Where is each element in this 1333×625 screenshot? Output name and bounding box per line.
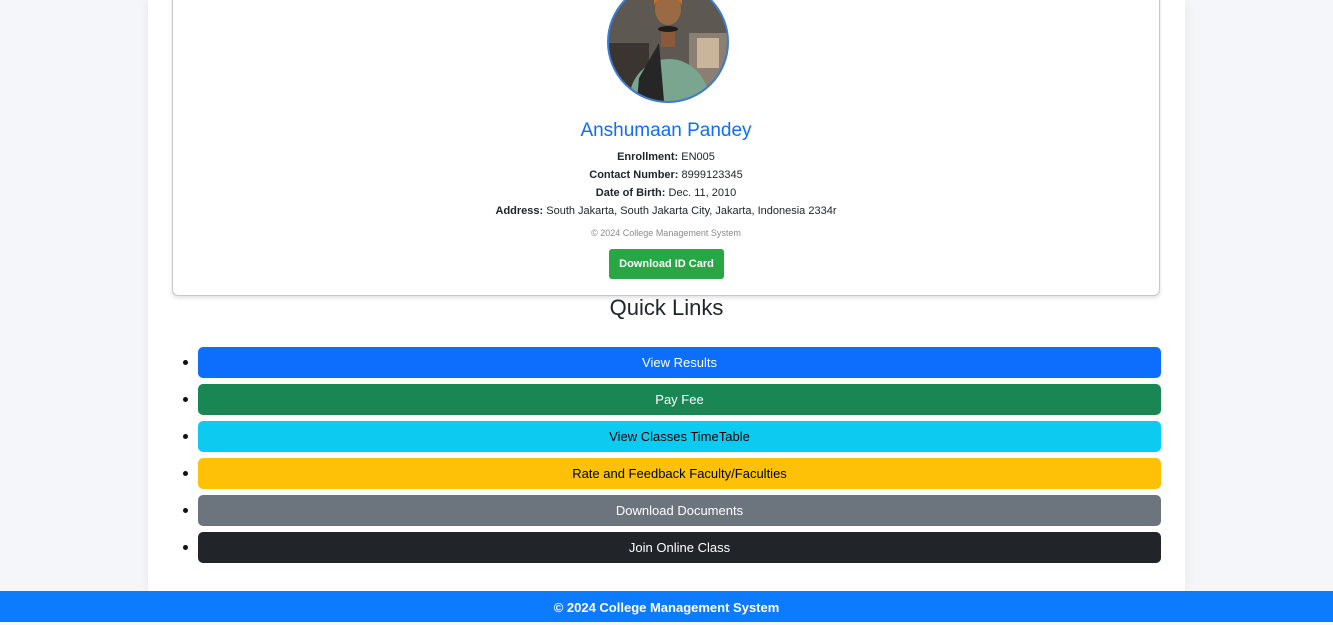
- dob-label: Date of Birth:: [595, 187, 666, 199]
- student-photo: [609, 0, 727, 101]
- main-container: Anshumaan Pandey Enrollment: EN005 Conta…: [148, 0, 1185, 591]
- bullet-icon: [183, 471, 188, 476]
- address-label: Address:: [495, 205, 544, 217]
- enrollment-value: EN005: [681, 151, 715, 163]
- bullet-icon: [183, 545, 188, 550]
- pay-fee-button[interactable]: Pay Fee: [198, 384, 1161, 415]
- list-item: Rate and Feedback Faculty/Faculties: [148, 458, 1185, 489]
- list-item: View Results: [148, 347, 1185, 378]
- view-timetable-button[interactable]: View Classes TimeTable: [198, 421, 1161, 452]
- bullet-icon: [183, 397, 188, 402]
- student-id-card: Anshumaan Pandey Enrollment: EN005 Conta…: [172, 0, 1160, 296]
- address-value: South Jakarta, South Jakarta City, Jakar…: [546, 205, 837, 217]
- contact-value: 8999123345: [681, 169, 743, 181]
- list-item: Download Documents: [148, 495, 1185, 526]
- student-name: Anshumaan Pandey: [580, 120, 752, 141]
- rate-feedback-button[interactable]: Rate and Feedback Faculty/Faculties: [198, 458, 1161, 489]
- address-line: Address: South Jakarta, South Jakarta Ci…: [173, 205, 1159, 217]
- contact-line: Contact Number: 8999123345: [173, 169, 1159, 181]
- download-documents-button[interactable]: Download Documents: [198, 495, 1161, 526]
- bullet-icon: [183, 434, 188, 439]
- view-results-button[interactable]: View Results: [198, 347, 1161, 378]
- list-item: Pay Fee: [148, 384, 1185, 415]
- dob-line: Date of Birth: Dec. 11, 2010: [173, 187, 1159, 199]
- list-item: View Classes TimeTable: [148, 421, 1185, 452]
- dob-value: Dec. 11, 2010: [668, 187, 737, 199]
- list-item: Join Online Class: [148, 532, 1185, 563]
- contact-label: Contact Number:: [589, 169, 679, 181]
- student-avatar: [607, 0, 729, 103]
- join-online-class-button[interactable]: Join Online Class: [198, 532, 1161, 563]
- site-footer: © 2024 College Management System: [0, 591, 1333, 622]
- quick-links-title: Quick Links: [609, 295, 724, 320]
- enrollment-line: Enrollment: EN005: [173, 151, 1159, 163]
- card-copyright: © 2024 College Management System: [591, 228, 741, 238]
- enrollment-label: Enrollment:: [617, 151, 679, 163]
- download-id-card-button[interactable]: Download ID Card: [609, 249, 724, 279]
- bullet-icon: [183, 360, 188, 365]
- bullet-icon: [183, 508, 188, 513]
